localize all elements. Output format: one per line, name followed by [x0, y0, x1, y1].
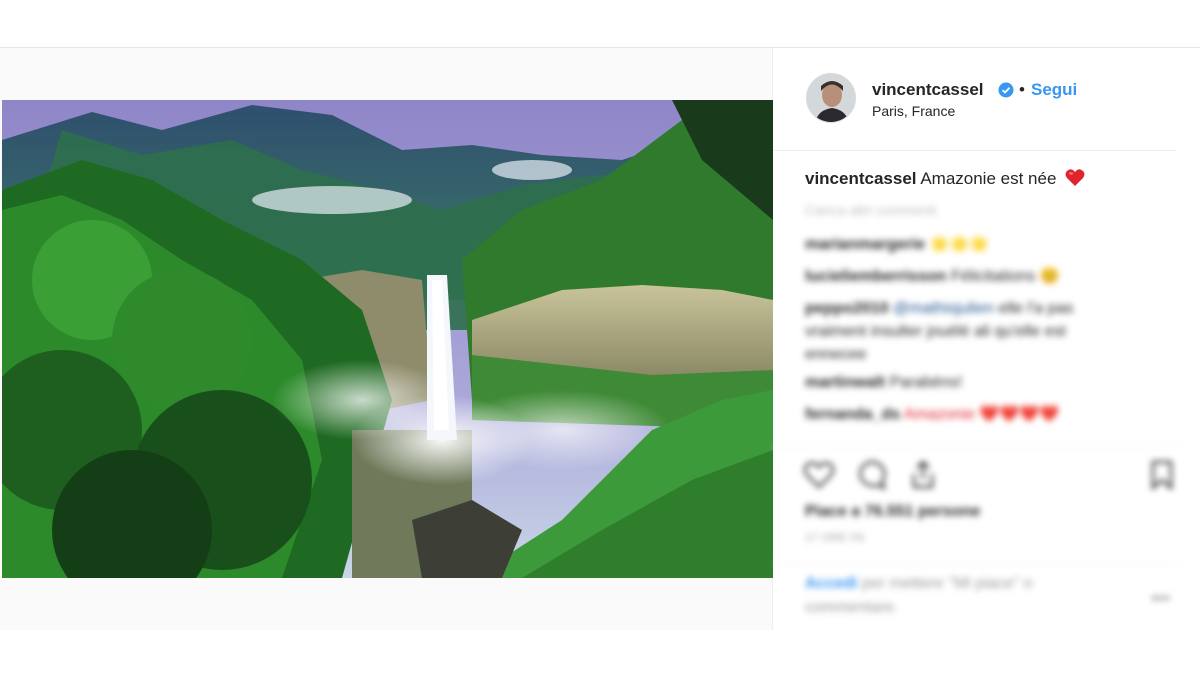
comment-item: marianmargerie 🌟🌟🌟: [805, 234, 989, 254]
comment-username[interactable]: marianmargerie: [805, 236, 925, 253]
login-link[interactable]: Accedi: [805, 575, 857, 592]
more-options-button[interactable]: •••: [1151, 588, 1170, 609]
likes-count[interactable]: Piace a 76.551 persone: [805, 503, 980, 521]
login-divider: [773, 563, 1177, 564]
blurred-comments-area: Carica altri commenti marianmargerie 🌟🌟🌟…: [773, 48, 1200, 630]
share-icon[interactable]: [906, 458, 940, 492]
comment-mention[interactable]: @mathisjulien: [893, 300, 994, 317]
comment-item: lucieliemberrisson Félicitations 😊: [805, 266, 1060, 286]
comment-item: martinwalt Parabéns!: [805, 374, 962, 392]
post-timestamp[interactable]: 17 ORE FA: [805, 532, 865, 544]
comment-username[interactable]: fernanda_ds: [805, 406, 900, 423]
comment-text: Amazonie ❤️❤️❤️❤️: [903, 406, 1059, 423]
comment-username[interactable]: lucieliemberrisson: [805, 268, 946, 285]
post-sidebar: vincentcassel • Segui Paris, France vinc…: [773, 48, 1200, 630]
comment-username[interactable]: martinwalt: [805, 374, 885, 391]
actions-divider: [773, 446, 1177, 447]
comment-item: fernanda_ds Amazonie ❤️❤️❤️❤️: [805, 404, 1059, 424]
bookmark-icon[interactable]: [1145, 458, 1179, 492]
post-photo[interactable]: [2, 100, 773, 578]
comment-username[interactable]: peppo2010: [805, 300, 889, 317]
post-frame: vincentcassel • Segui Paris, France vinc…: [0, 47, 1200, 630]
heart-outline-icon[interactable]: [802, 458, 836, 492]
comment-text: Parabéns!: [889, 374, 963, 391]
comment-icon[interactable]: [854, 458, 888, 492]
media-panel: [0, 48, 773, 630]
waterfall-landscape-image: [2, 100, 773, 578]
load-more-comments[interactable]: Carica altri commenti: [805, 202, 936, 218]
comment-text: Félicitations 😊: [950, 268, 1060, 285]
comment-item: peppo2010 @mathisjulien elle l'a pas vra…: [805, 297, 1125, 366]
login-prompt: Accedi per mettere "Mi piace" o commenta…: [805, 572, 1125, 620]
comment-text: 🌟🌟🌟: [929, 236, 990, 253]
